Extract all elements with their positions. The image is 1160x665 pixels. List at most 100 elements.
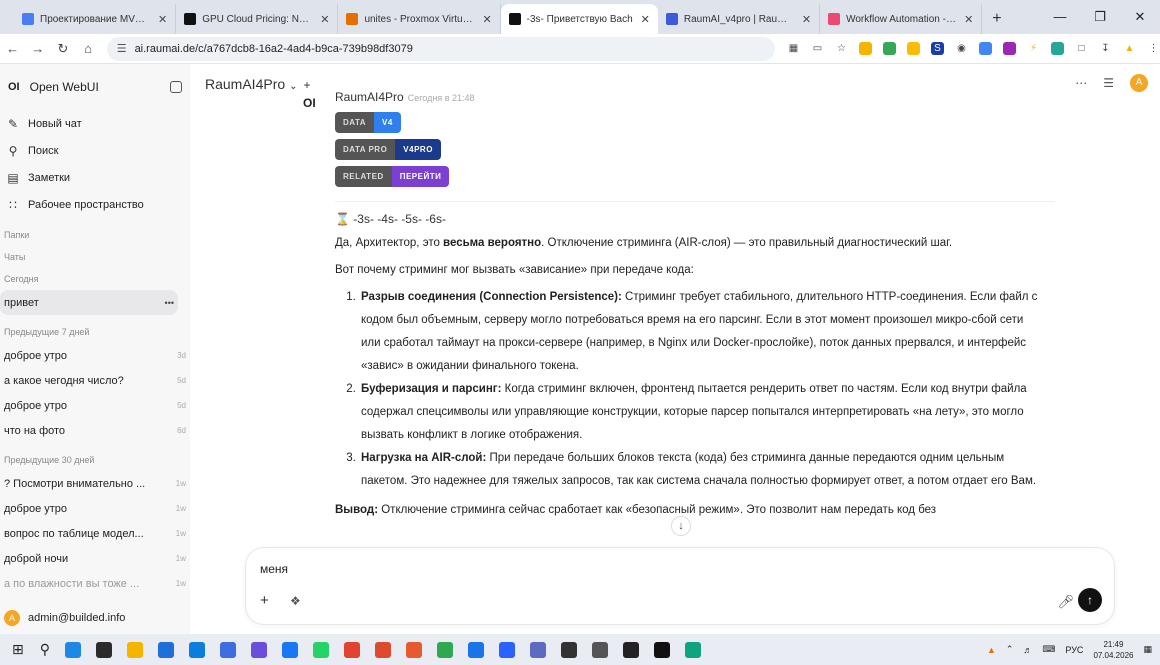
tab[interactable]: Проектирование MVP Bu ✕ xyxy=(14,4,177,34)
camera-icon[interactable]: ◉ xyxy=(955,42,968,55)
tools-icon[interactable]: ❖ xyxy=(290,594,301,608)
chevron-up-icon[interactable]: ⌃ xyxy=(1006,644,1014,655)
notifications-icon[interactable]: ▦ xyxy=(1143,644,1152,655)
back-icon[interactable]: ← xyxy=(0,41,25,56)
close-window-button[interactable]: ✕ xyxy=(1120,0,1160,34)
microphone-icon[interactable]: 🎤︎ xyxy=(1057,594,1074,610)
attach-plus-icon[interactable]: + xyxy=(260,592,269,609)
profile-icon[interactable]: ▲ xyxy=(1123,42,1136,55)
menu-dots-icon[interactable]: ⋮ xyxy=(1147,42,1160,55)
close-tab-icon[interactable]: ✕ xyxy=(964,13,973,26)
tab[interactable]: GPU Cloud Pricing: NVIDIA ✕ xyxy=(176,4,339,34)
input-text[interactable]: меня xyxy=(260,562,288,576)
clock[interactable]: 21:49 07.04.2026 xyxy=(1093,639,1133,661)
folders-heading[interactable]: Папки xyxy=(0,224,190,246)
close-tab-icon[interactable]: ✕ xyxy=(802,13,811,26)
workspace-button[interactable]: ∷ Рабочее пространство xyxy=(0,191,190,218)
taskbar-app-icon[interactable] xyxy=(530,641,546,658)
extension-icon[interactable] xyxy=(979,42,992,55)
taskbar-app-icon[interactable] xyxy=(468,641,484,658)
user-menu[interactable]: A admin@builded.info xyxy=(4,610,125,626)
notes-button[interactable]: ▤ Заметки xyxy=(0,164,190,191)
maximize-button[interactable]: ❐ xyxy=(1080,0,1120,34)
chat-item[interactable]: доброе утро 1w xyxy=(0,496,190,521)
taskbar-app-icon[interactable] xyxy=(654,641,670,658)
download-icon[interactable]: ↧ xyxy=(1099,42,1112,55)
search-icon[interactable]: ⚲ xyxy=(40,641,50,658)
new-tab-button[interactable]: + xyxy=(982,4,1011,34)
search-button[interactable]: ⚲ Поиск xyxy=(0,137,190,164)
site-info-icon[interactable]: ☰ xyxy=(117,42,127,55)
close-tab-icon[interactable]: ✕ xyxy=(320,13,329,26)
chat-item[interactable]: а какое чегодня число? 5d xyxy=(0,368,190,393)
chat-item[interactable]: доброе утро 3d xyxy=(0,343,190,368)
taskbar-app-icon[interactable] xyxy=(499,641,515,658)
url-field[interactable]: ☰ ai.raumai.de/c/a767dcb8-16a2-4ad4-b9ca… xyxy=(106,36,775,61)
chat-item[interactable]: доброй ночи 1w xyxy=(0,546,190,571)
taskbar-app-icon[interactable] xyxy=(344,641,360,658)
chat-item-selected[interactable]: привет ••• xyxy=(0,290,178,315)
close-tab-icon[interactable]: ✕ xyxy=(158,13,167,26)
extension-s-icon[interactable]: S xyxy=(931,42,944,55)
badge-button[interactable]: DATA V4 xyxy=(335,112,401,133)
taskbar-app-icon[interactable] xyxy=(623,641,639,658)
taskbar-app-icon[interactable] xyxy=(561,641,577,658)
home-icon[interactable]: ⌂ xyxy=(76,41,101,56)
settings-sliders-icon[interactable]: ☰ xyxy=(1103,76,1114,90)
taskbar-app-icon[interactable] xyxy=(375,641,391,658)
windows-start-icon[interactable]: ⊞ xyxy=(12,641,24,658)
chat-item[interactable]: ? Посмотри внимательно ... 1w xyxy=(0,471,190,496)
taskbar-app-icon[interactable] xyxy=(685,641,701,658)
taskbar-app-icon[interactable] xyxy=(282,641,298,658)
badge-button[interactable]: RELATED ПЕРЕЙТИ xyxy=(335,166,450,187)
forward-icon[interactable]: → xyxy=(25,41,50,56)
thermometer-icon[interactable]: ▲ xyxy=(987,645,996,655)
message-input[interactable]: меня + ❖ 🎤︎ ↑ xyxy=(246,548,1114,624)
bookmark-star-icon[interactable]: ☆ xyxy=(835,42,848,55)
badge-button[interactable]: DATA PRO V4PRO xyxy=(335,139,441,160)
sidebar-toggle-icon[interactable] xyxy=(170,81,182,93)
tab[interactable]: unites - Proxmox Virtual E ✕ xyxy=(338,4,501,34)
chat-item[interactable]: что на фото 6d xyxy=(0,418,190,443)
taskbar-app-icon[interactable] xyxy=(65,641,81,658)
extension-icon[interactable] xyxy=(1003,42,1016,55)
chats-heading[interactable]: Чаты xyxy=(0,246,190,268)
taskbar-app-icon[interactable] xyxy=(406,641,422,658)
cast-icon[interactable]: ▭ xyxy=(811,42,824,55)
minimize-button[interactable]: — xyxy=(1040,0,1080,34)
speaker-icon[interactable]: ♬ xyxy=(1023,645,1032,655)
chat-item[interactable]: доброе утро 5d xyxy=(0,393,190,418)
app-name[interactable]: Open WebUI xyxy=(30,80,99,94)
translate-icon[interactable]: ▦ xyxy=(787,42,800,55)
chat-item[interactable]: вопрос по таблице модел... 1w xyxy=(0,521,190,546)
taskbar-app-icon[interactable] xyxy=(158,641,174,658)
taskbar-app-icon[interactable] xyxy=(437,641,453,658)
extension-icon[interactable] xyxy=(1051,42,1064,55)
tab[interactable]: Workflow Automation - n8 ✕ xyxy=(820,4,983,34)
taskbar-app-icon[interactable] xyxy=(96,641,112,658)
taskbar-app-icon[interactable] xyxy=(220,641,236,658)
chat-menu-icon[interactable]: ••• xyxy=(165,298,174,308)
reload-icon[interactable]: ↻ xyxy=(50,41,75,57)
taskbar-app-icon[interactable] xyxy=(313,641,329,658)
keyboard-icon[interactable]: ⌨ xyxy=(1042,644,1055,655)
chat-item[interactable]: а по влажности вы тоже ... 1w xyxy=(0,571,190,596)
extension-icon[interactable] xyxy=(907,42,920,55)
bolt-icon[interactable]: ⚡ xyxy=(1027,42,1040,55)
language-indicator[interactable]: РУС xyxy=(1065,645,1083,655)
new-chat-button[interactable]: ✎ Новый чат xyxy=(0,110,190,137)
add-model-icon[interactable]: + xyxy=(304,78,311,92)
taskbar-app-icon[interactable] xyxy=(251,641,267,658)
close-tab-icon[interactable]: ✕ xyxy=(641,13,650,26)
model-selector[interactable]: RaumAI4Pro ⌄ + xyxy=(205,76,311,92)
puzzle-icon[interactable]: □ xyxy=(1075,42,1088,55)
extension-icon[interactable] xyxy=(859,42,872,55)
scroll-down-button[interactable]: ↓ xyxy=(671,516,691,536)
tab[interactable]: RaumAI_v4pro | RaumAI_v ✕ xyxy=(658,4,821,34)
send-button[interactable]: ↑ xyxy=(1078,588,1102,612)
taskbar-app-icon[interactable] xyxy=(127,641,143,658)
avatar[interactable]: A xyxy=(1130,74,1148,92)
close-tab-icon[interactable]: ✕ xyxy=(482,13,491,26)
more-icon[interactable]: ⋯ xyxy=(1075,76,1087,90)
taskbar-app-icon[interactable] xyxy=(592,641,608,658)
